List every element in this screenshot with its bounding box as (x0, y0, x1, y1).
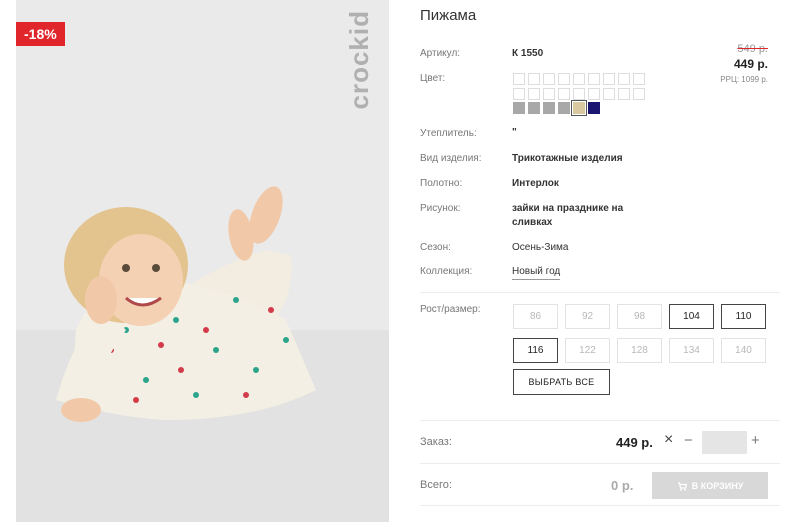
fabric-value: Интерлок (512, 178, 559, 189)
add-to-cart-label: В КОРЗИНУ (691, 480, 744, 491)
color-swatch-empty (588, 73, 600, 85)
size-selector: 86 92 98 104 110 116 122 128 134 140 (513, 304, 766, 363)
divider (420, 292, 780, 293)
quantity-increase-button[interactable]: + (751, 432, 760, 449)
color-swatch-empty (558, 88, 570, 100)
divider (420, 463, 780, 464)
type-value: Трикотажные изделия (512, 153, 623, 164)
size-option[interactable]: 116 (513, 338, 558, 363)
filler-label: Утеплитель: (420, 128, 477, 139)
product-photo[interactable]: -18% crockid (16, 0, 389, 522)
size-option[interactable]: 104 (669, 304, 714, 329)
price-old: 549 р. (737, 43, 768, 55)
color-swatch-grid (513, 73, 645, 100)
color-swatch[interactable] (528, 102, 540, 114)
total-label: Всего: (420, 479, 452, 491)
order-label: Заказ: (420, 436, 452, 448)
order-price: 449 р. (616, 435, 653, 450)
add-to-cart-button[interactable]: В КОРЗИНУ (652, 472, 768, 499)
collection-link[interactable]: Новый год (512, 266, 561, 280)
size-option[interactable]: 86 (513, 304, 558, 329)
print-value: зайки на празднике на сливках (512, 203, 624, 228)
color-swatch-empty (633, 88, 645, 100)
color-swatch-empty (528, 88, 540, 100)
color-swatch-empty (588, 88, 600, 100)
quantity-input[interactable] (702, 431, 747, 454)
size-option[interactable]: 122 (565, 338, 610, 363)
size-option[interactable]: 98 (617, 304, 662, 329)
color-swatch-empty (543, 88, 555, 100)
price-rrc: РРЦ: 1099 р. (720, 75, 768, 84)
article-value: К 1550 (512, 48, 544, 59)
size-option[interactable]: 110 (721, 304, 766, 329)
product-title: Пижама (420, 7, 477, 24)
color-swatch-empty (558, 73, 570, 85)
total-value: 0 р. (611, 478, 634, 493)
size-option[interactable]: 92 (565, 304, 610, 329)
print-label: Рисунок: (420, 203, 461, 214)
color-swatch[interactable] (571, 100, 587, 116)
color-swatch-empty (573, 73, 585, 85)
size-option[interactable]: 134 (669, 338, 714, 363)
times-icon: × (664, 431, 674, 448)
color-swatch-empty (618, 73, 630, 85)
color-swatch-empty (633, 73, 645, 85)
color-swatch-empty (603, 88, 615, 100)
filler-value: " (512, 127, 517, 138)
cart-icon (677, 481, 687, 491)
article-label: Артикул: (420, 48, 461, 59)
size-option[interactable]: 128 (617, 338, 662, 363)
select-all-button[interactable]: ВЫБРАТЬ ВСЕ (513, 369, 610, 395)
divider (420, 505, 780, 506)
color-label: Цвет: (420, 73, 446, 84)
price-new: 449 р. (733, 57, 768, 71)
season-label: Сезон: (420, 242, 451, 253)
size-label: Рост/размер: (420, 304, 481, 315)
color-swatch-empty (603, 73, 615, 85)
color-swatch-empty (513, 73, 525, 85)
brand-logo: crockid (344, 10, 374, 110)
color-swatch-empty (543, 73, 555, 85)
quantity-decrease-button[interactable]: − (684, 432, 693, 449)
divider (420, 420, 780, 421)
color-swatch-empty (528, 73, 540, 85)
color-selector (513, 100, 600, 116)
discount-badge: -18% (16, 22, 65, 46)
type-label: Вид изделия: (420, 153, 482, 164)
color-swatch[interactable] (543, 102, 555, 114)
collection-label: Коллекция: (420, 266, 473, 277)
color-swatch[interactable] (558, 102, 570, 114)
fabric-label: Полотно: (420, 178, 463, 189)
color-swatch-empty (618, 88, 630, 100)
color-swatch[interactable] (588, 102, 600, 114)
size-option[interactable]: 140 (721, 338, 766, 363)
product-image (16, 186, 389, 522)
product-info: Пижама Артикул: К 1550 549 р. 449 р. РРЦ… (420, 0, 780, 522)
color-swatch-empty (513, 88, 525, 100)
collection-value[interactable]: Новый год (512, 265, 662, 280)
season-value: Осень-Зима (512, 242, 569, 253)
color-swatch[interactable] (513, 102, 525, 114)
color-swatch-empty (573, 88, 585, 100)
